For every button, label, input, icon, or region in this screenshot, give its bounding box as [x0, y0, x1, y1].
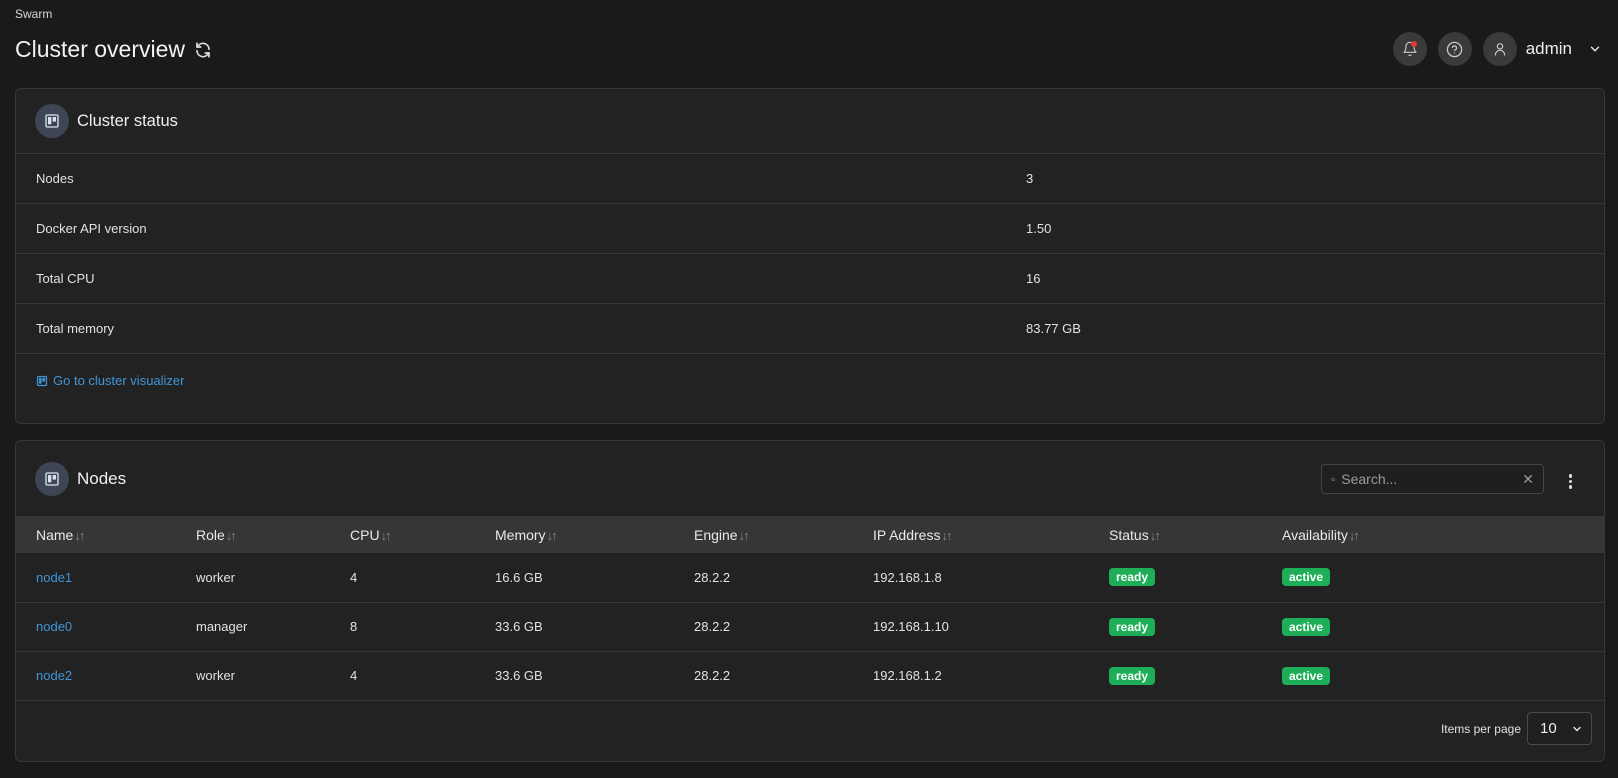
status-value: 83.77 GB	[1026, 321, 1081, 336]
cluster-status-header: Cluster status	[16, 89, 1604, 154]
status-key: Nodes	[36, 171, 74, 186]
search-icon	[1331, 477, 1335, 481]
node-memory: 16.6 GB	[495, 569, 543, 585]
status-row: Docker API version 1.50	[16, 204, 1604, 254]
node-cpu: 4	[350, 569, 358, 585]
status-row: Total memory 83.77 GB	[16, 304, 1604, 354]
node-engine: 28.2.2	[694, 668, 731, 683]
search-input[interactable]	[1341, 471, 1523, 487]
node-role: worker	[196, 569, 236, 585]
column-header-memory[interactable]: Memory↓↑	[495, 516, 694, 553]
column-header-cpu[interactable]: CPU↓↑	[350, 516, 495, 553]
status-key: Total CPU	[36, 271, 95, 286]
status-key: Total memory	[36, 321, 115, 336]
help-icon	[1446, 41, 1463, 57]
node-ip: 192.168.1.2	[873, 668, 942, 683]
table-row: node1 worker 4 16.6 GB 28.2.2 192.168.1.…	[16, 553, 1604, 602]
column-header-engine[interactable]: Engine↓↑	[694, 516, 873, 553]
user-icon	[1494, 43, 1505, 56]
sort-icon[interactable]: ↓↑	[547, 528, 558, 543]
user-menu[interactable]: admin	[1482, 32, 1602, 66]
clear-search-icon[interactable]: ✕	[1522, 471, 1534, 488]
table-row: node2 worker 4 33.6 GB 28.2.2 192.168.1.…	[16, 651, 1604, 700]
status-value: 1.50	[1026, 221, 1052, 236]
notifications-button[interactable]	[1392, 32, 1427, 66]
chevron-down-icon[interactable]	[1588, 42, 1602, 56]
items-per-page-label: Items per page	[1440, 721, 1521, 736]
notification-dot	[1410, 41, 1417, 47]
column-header-role[interactable]: Role↓↑	[196, 516, 350, 553]
status-value: 3	[1026, 171, 1034, 186]
cluster-icon	[35, 104, 69, 138]
sort-icon[interactable]: ↓↑	[381, 528, 392, 543]
node-memory: 33.6 GB	[495, 619, 543, 634]
cluster-status-table: Nodes 3 Docker API version 1.50 Total CP…	[16, 154, 1604, 354]
node-name-link[interactable]: node2	[36, 668, 72, 683]
breadcrumb[interactable]: Swarm	[15, 7, 52, 21]
username: admin	[1525, 39, 1572, 58]
status-value: 16	[1026, 271, 1041, 286]
column-header-name[interactable]: Name↓↑	[16, 516, 196, 553]
sort-icon[interactable]: ↓↑	[739, 528, 750, 543]
availability-badge: active	[1282, 666, 1331, 685]
node-name-link[interactable]: node0	[36, 619, 72, 634]
sort-icon[interactable]: ↓↑	[941, 528, 952, 543]
status-badge: ready	[1109, 617, 1156, 636]
nodes-title: Nodes	[77, 468, 127, 488]
avatar	[1482, 32, 1517, 66]
cluster-status-title: Cluster status	[77, 111, 178, 130]
node-engine: 28.2.2	[694, 569, 731, 585]
status-key: Docker API version	[36, 221, 147, 236]
column-header-status[interactable]: Status↓↑	[1109, 516, 1282, 553]
node-ip: 192.168.1.10	[873, 619, 949, 634]
column-header-availability[interactable]: Availability↓↑	[1282, 516, 1604, 553]
cluster-status-card: Cluster status Nodes 3 Docker API versio…	[15, 88, 1605, 424]
page-header: Cluster overview	[15, 36, 212, 63]
node-role: worker	[196, 668, 236, 683]
sort-icon[interactable]: ↓↑	[226, 528, 237, 543]
table-header-row: Name↓↑ Role↓↑ CPU↓↑ Memory↓↑ Engine↓↑ IP…	[16, 516, 1604, 553]
sort-icon[interactable]: ↓↑	[1150, 528, 1161, 543]
status-badge: ready	[1109, 568, 1156, 587]
search-box: ✕	[1321, 464, 1544, 494]
node-memory: 33.6 GB	[495, 668, 543, 683]
node-name-link[interactable]: node1	[36, 570, 72, 585]
visualizer-icon	[36, 375, 48, 386]
availability-badge: active	[1282, 568, 1331, 587]
header-actions: admin	[1382, 32, 1602, 66]
node-role: manager	[196, 619, 248, 634]
node-cpu: 8	[350, 619, 358, 634]
nodes-table: Name↓↑ Role↓↑ CPU↓↑ Memory↓↑ Engine↓↑ IP…	[16, 516, 1604, 701]
availability-badge: active	[1282, 617, 1331, 636]
nodes-icon	[35, 461, 69, 496]
status-row: Nodes 3	[16, 154, 1604, 204]
node-ip: 192.168.1.8	[873, 569, 942, 585]
help-button[interactable]	[1437, 32, 1472, 66]
cluster-visualizer-label: Go to cluster visualizer	[53, 373, 185, 388]
page-title: Cluster overview	[15, 36, 185, 62]
more-options-icon[interactable]	[1565, 472, 1577, 491]
column-header-ip-address[interactable]: IP Address↓↑	[873, 516, 1109, 553]
pagination: Items per page 10	[1441, 712, 1592, 745]
cluster-visualizer-link[interactable]: Go to cluster visualizer	[16, 354, 1604, 407]
status-badge: ready	[1109, 666, 1156, 685]
sort-icon[interactable]: ↓↑	[74, 528, 85, 543]
refresh-icon[interactable]	[194, 41, 212, 59]
items-per-page-value: 10	[1540, 720, 1557, 737]
sort-icon[interactable]: ↓↑	[1349, 528, 1360, 543]
node-engine: 28.2.2	[694, 619, 731, 634]
nodes-card: Nodes ✕ Name↓↑ Role↓↑ CPU↓↑ Memory↓↑ Eng…	[15, 440, 1605, 762]
items-per-page-select[interactable]: 10	[1527, 712, 1592, 745]
status-row: Total CPU 16	[16, 254, 1604, 304]
table-row: node0 manager 8 33.6 GB 28.2.2 192.168.1…	[16, 602, 1604, 651]
chevron-down-icon	[1573, 726, 1581, 731]
node-cpu: 4	[350, 668, 358, 683]
